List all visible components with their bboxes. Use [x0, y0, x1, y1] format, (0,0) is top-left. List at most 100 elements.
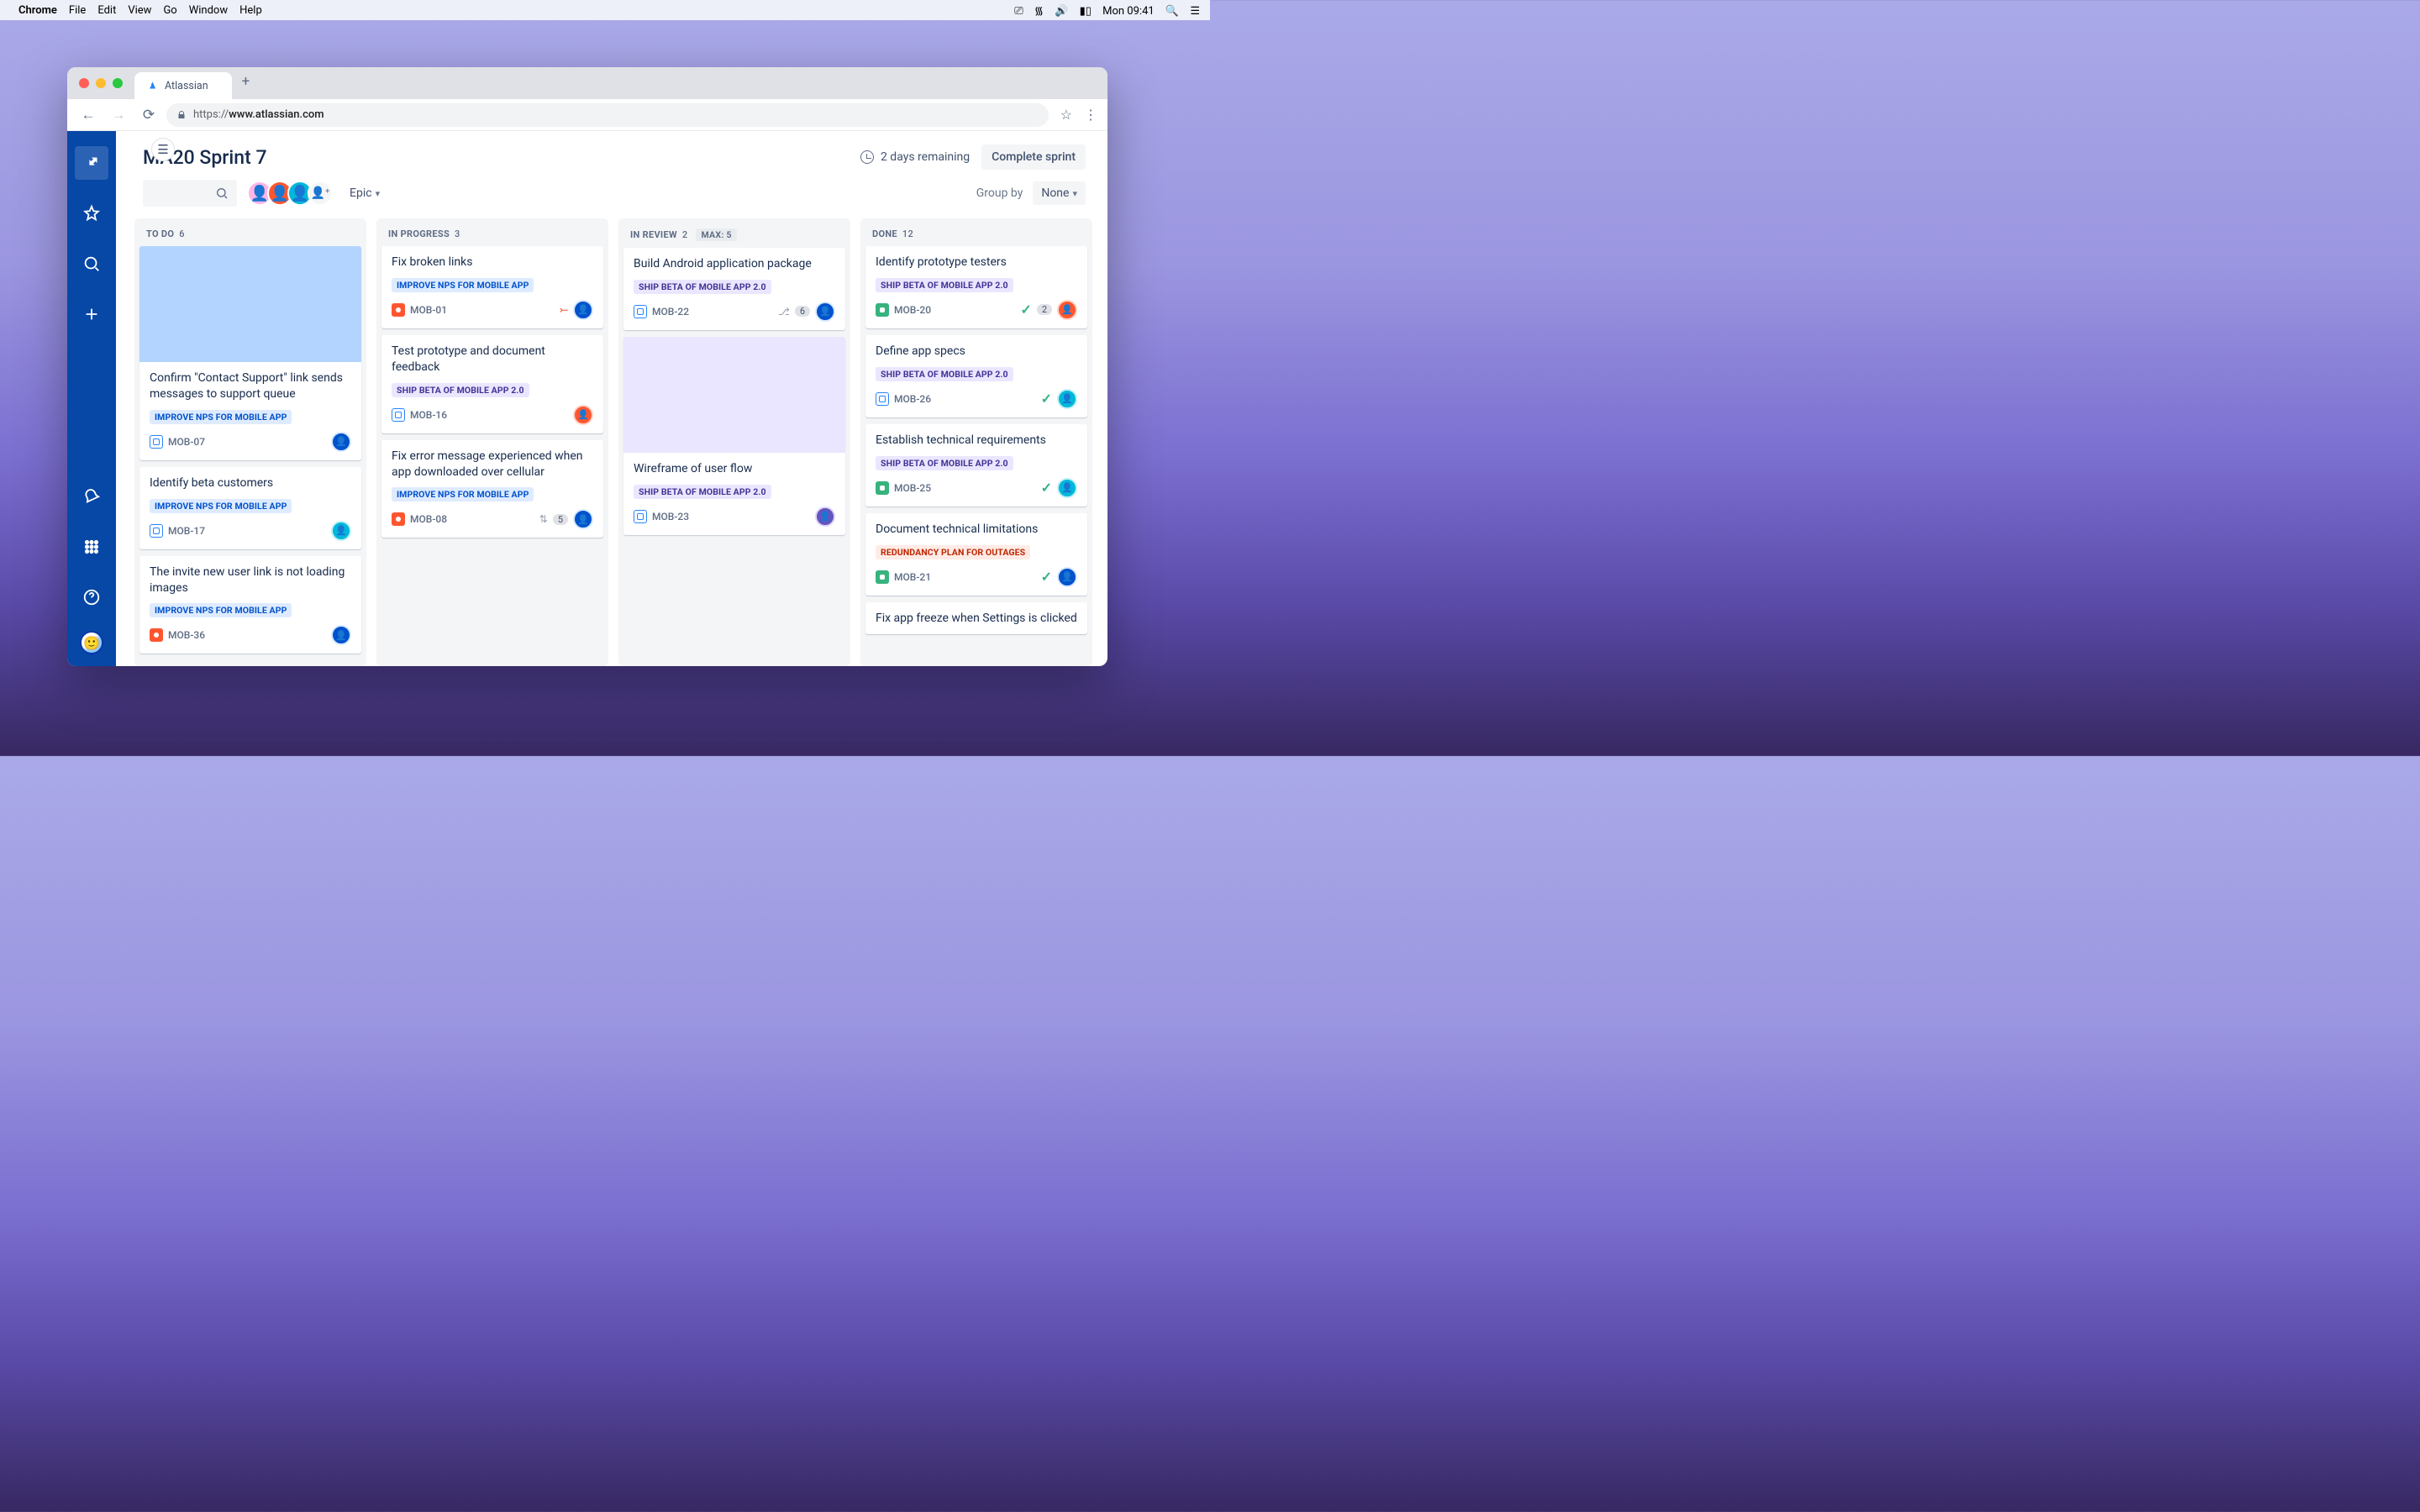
card-count-badge: 2 [1037, 304, 1052, 315]
issue-key[interactable]: MOB-36 [168, 629, 205, 641]
new-tab-button[interactable]: + [242, 73, 250, 90]
window-zoom-button[interactable] [113, 78, 123, 88]
spotlight-icon[interactable]: 🔍 [1165, 5, 1179, 18]
card-count-badge: 5 [553, 514, 568, 525]
assignee-avatar[interactable] [815, 507, 835, 527]
battery-icon[interactable]: ▮▯ [1080, 5, 1092, 18]
assignee-avatar[interactable] [331, 625, 351, 645]
card-epic-label[interactable]: IMPROVE NPS FOR MOBILE APP [392, 278, 534, 292]
menubar-item-window[interactable]: Window [189, 4, 228, 17]
assignee-avatar[interactable] [331, 521, 351, 541]
reload-button[interactable]: ⟳ [136, 102, 161, 128]
card-epic-label[interactable]: SHIP BETA OF MOBILE APP 2.0 [876, 456, 1013, 470]
issue-type-icon [150, 628, 163, 642]
sidebar-add-icon[interactable] [75, 297, 108, 331]
address-input[interactable]: https://www.atlassian.com [166, 103, 1049, 127]
window-minimize-button[interactable] [96, 78, 106, 88]
issue-card[interactable]: Fix app freeze when Settings is clicked [865, 602, 1087, 635]
assignee-avatar[interactable] [573, 300, 593, 320]
window-close-button[interactable] [79, 78, 89, 88]
menubar-app-name[interactable]: Chrome [18, 4, 57, 17]
issue-card[interactable]: Establish technical requirementsSHIP BET… [865, 424, 1087, 507]
card-epic-label[interactable]: IMPROVE NPS FOR MOBILE APP [150, 499, 292, 513]
issue-card[interactable]: The invite new user link is not loading … [139, 556, 361, 654]
group-by-dropdown[interactable]: None▾ [1033, 181, 1086, 205]
card-epic-label[interactable]: SHIP BETA OF MOBILE APP 2.0 [876, 367, 1013, 381]
sidebar-toggle-button[interactable]: ☰ [151, 138, 175, 161]
branch-icon[interactable]: ⎇ [778, 306, 790, 318]
menubar-item-file[interactable]: File [69, 4, 86, 17]
issue-card[interactable]: Identify beta customersIMPROVE NPS FOR M… [139, 467, 361, 549]
issue-key[interactable]: MOB-22 [652, 306, 689, 318]
card-epic-label[interactable]: IMPROVE NPS FOR MOBILE APP [150, 603, 292, 617]
bookmark-button[interactable]: ☆ [1060, 107, 1072, 123]
back-button[interactable]: ← [76, 102, 101, 128]
assignee-avatar[interactable] [573, 405, 593, 425]
card-epic-label[interactable]: REDUNDANCY PLAN FOR OUTAGES [876, 545, 1030, 559]
assignee-avatar[interactable] [573, 509, 593, 529]
card-epic-label[interactable]: SHIP BETA OF MOBILE APP 2.0 [392, 383, 529, 397]
assignee-avatar[interactable] [1057, 478, 1077, 498]
issue-key[interactable]: MOB-17 [168, 525, 205, 537]
issue-card[interactable]: Fix error message experienced when app d… [381, 440, 603, 538]
assignee-avatar[interactable] [331, 432, 351, 452]
sidebar-jira-icon[interactable] [75, 146, 108, 180]
assignee-avatar[interactable] [1057, 389, 1077, 409]
forward-button[interactable]: → [106, 102, 131, 128]
menubar-item-help[interactable]: Help [239, 4, 262, 17]
card-footer: MOB-25✓ [876, 478, 1077, 498]
sidebar-notifications-icon[interactable] [75, 480, 108, 513]
pull-request-icon[interactable]: ⤚ [560, 303, 568, 316]
epic-filter-dropdown[interactable]: Epic▾ [343, 181, 387, 205]
assignee-avatar[interactable] [815, 302, 835, 322]
card-footer: MOB-01 ⤚ [392, 300, 593, 320]
issue-card[interactable]: Fix broken linksIMPROVE NPS FOR MOBILE A… [381, 246, 603, 328]
issue-card[interactable]: Define app specsSHIP BETA OF MOBILE APP … [865, 335, 1087, 417]
sidebar-star-icon[interactable] [75, 197, 108, 230]
issue-card[interactable]: Document technical limitationsREDUNDANCY… [865, 513, 1087, 596]
issue-key[interactable]: MOB-20 [894, 304, 931, 316]
column-header: IN REVIEW2MAX: 5 [618, 218, 850, 248]
issue-key[interactable]: MOB-01 [410, 304, 447, 316]
issue-key[interactable]: MOB-08 [410, 513, 447, 525]
issue-key[interactable]: MOB-07 [168, 436, 205, 448]
assignee-avatar[interactable] [1057, 567, 1077, 587]
card-epic-label[interactable]: SHIP BETA OF MOBILE APP 2.0 [634, 280, 771, 294]
complete-sprint-button[interactable]: Complete sprint [981, 144, 1086, 170]
card-title: Wireframe of user flow [634, 461, 835, 477]
avatar-filter-add[interactable]: 👤⁺ [308, 181, 333, 206]
issue-card[interactable]: Wireframe of user flow SHIP BETA OF MOBIL… [623, 337, 845, 535]
sidebar-help-icon[interactable] [75, 580, 108, 614]
chevron-down-icon: ▾ [1072, 188, 1077, 199]
sidebar-search-icon[interactable] [75, 247, 108, 281]
control-center-icon[interactable]: ☰ [1190, 5, 1200, 18]
search-icon [215, 186, 229, 200]
sidebar-profile-avatar[interactable]: 🙂 [80, 631, 103, 654]
sidebar-apps-icon[interactable] [75, 530, 108, 564]
issue-card[interactable]: Test prototype and document feedbackSHIP… [381, 335, 603, 433]
browser-menu-button[interactable]: ⋮ [1084, 107, 1099, 123]
card-epic-label[interactable]: SHIP BETA OF MOBILE APP 2.0 [876, 278, 1013, 292]
menubar-item-edit[interactable]: Edit [97, 4, 116, 17]
assignee-avatar[interactable] [1057, 300, 1077, 320]
card-epic-label[interactable]: SHIP BETA OF MOBILE APP 2.0 [634, 485, 771, 499]
menubar-item-view[interactable]: View [128, 4, 151, 17]
issue-key[interactable]: MOB-23 [652, 511, 689, 522]
card-epic-label[interactable]: IMPROVE NPS FOR MOBILE APP [392, 487, 534, 501]
browser-tab[interactable]: Atlassian [134, 72, 232, 99]
issue-card[interactable]: Identify prototype testersSHIP BETA OF M… [865, 246, 1087, 328]
menubar-item-go[interactable]: Go [163, 4, 176, 17]
board-search-input[interactable] [143, 180, 237, 207]
issue-key[interactable]: MOB-25 [894, 482, 931, 494]
issue-key[interactable]: MOB-21 [894, 571, 931, 583]
volume-icon[interactable]: 🔊 [1055, 5, 1068, 18]
menubar-clock[interactable]: Mon 09:41 [1102, 5, 1155, 18]
card-epic-label[interactable]: IMPROVE NPS FOR MOBILE APP [150, 410, 292, 424]
airplay-icon[interactable]: ⎚ [1014, 5, 1023, 18]
issue-card[interactable]: Build Android application packageSHIP BE… [623, 248, 845, 330]
issue-key[interactable]: MOB-16 [410, 409, 447, 421]
card-title: Fix app freeze when Settings is clicked [876, 611, 1077, 627]
issue-card[interactable]: Confirm "Contact Support" link sends mes… [139, 246, 361, 460]
issue-key[interactable]: MOB-26 [894, 393, 931, 405]
wifi-icon[interactable]: ᯾ [1034, 5, 1044, 18]
